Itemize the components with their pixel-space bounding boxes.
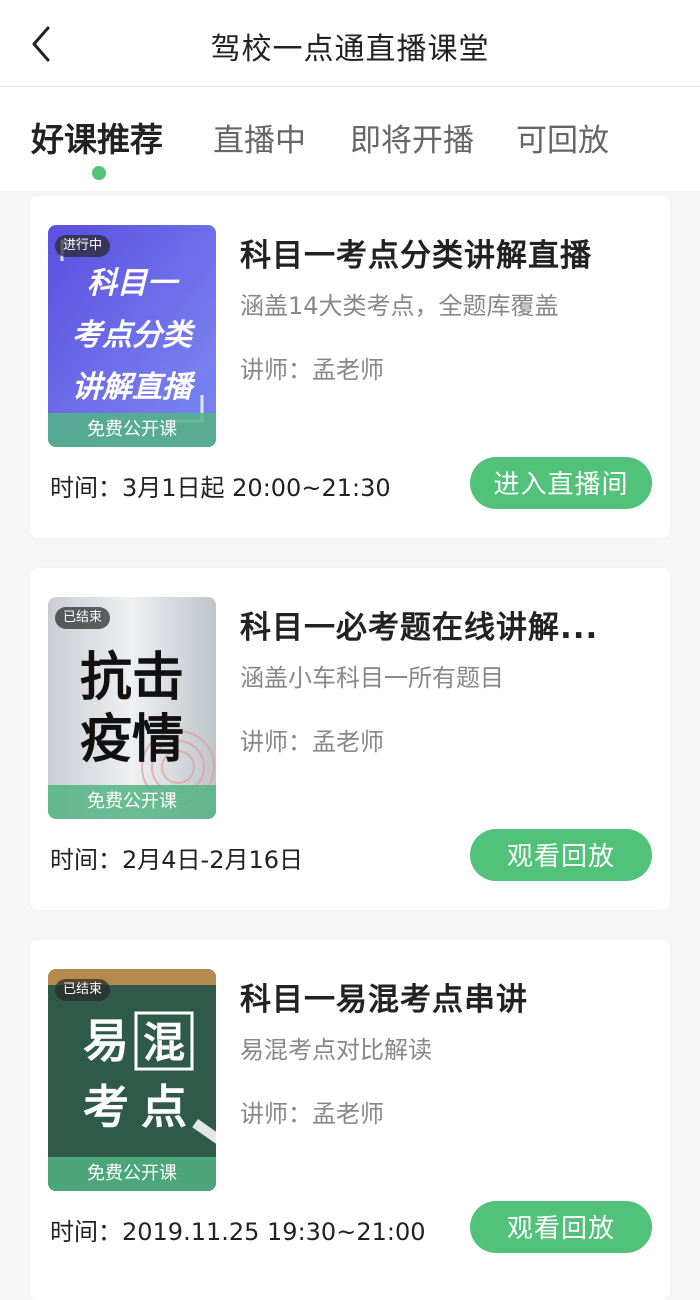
enter-live-room-button[interactable]: 进入直播间: [470, 457, 652, 509]
tab-bar: 好课推荐 直播中 即将开播 可回放: [0, 87, 700, 191]
status-badge: 已结束: [55, 979, 111, 1001]
thumb-text: 抗击: [80, 647, 184, 708]
tab-replay[interactable]: 可回放: [516, 115, 609, 160]
tab-live[interactable]: 直播中: [213, 115, 306, 160]
course-subtitle: 易混考点对比解读: [240, 1036, 432, 1064]
thumb-text: 点: [141, 1080, 187, 1134]
course-teacher: 讲师：孟老师: [240, 1100, 384, 1128]
navbar: 驾校一点通直播课堂: [0, 0, 700, 87]
thumb-text: 疫情: [80, 709, 184, 770]
thumb-text: 科目一: [87, 266, 180, 301]
thumb-text: 考点分类: [72, 318, 196, 353]
course-teacher: 讲师：孟老师: [240, 356, 384, 384]
course-card[interactable]: 易 混 考 点 已结束 免费公开课 科目一易混考点串讲 易混考点对比解读 讲师：…: [30, 940, 670, 1300]
course-subtitle: 涵盖小车科目一所有题目: [240, 664, 504, 692]
thumb-text: 混: [143, 1018, 185, 1067]
course-time: 时间：3月1日起 20:00~21:30: [50, 474, 391, 502]
thumb-text: 讲解直播: [72, 370, 196, 405]
course-title: 科目一必考题在线讲解...: [240, 610, 599, 646]
free-course-tag: 免费公开课: [48, 413, 216, 447]
course-time: 时间：2019.11.25 19:30~21:00: [50, 1218, 426, 1246]
course-thumbnail: 易 混 考 点 已结束 免费公开课: [48, 969, 216, 1191]
course-subtitle: 涵盖14大类考点，全题库覆盖: [240, 292, 559, 320]
course-time: 时间：2月4日-2月16日: [50, 846, 304, 874]
free-course-tag: 免费公开课: [48, 1157, 216, 1191]
course-title: 科目一考点分类讲解直播: [240, 238, 592, 274]
course-title: 科目一易混考点串讲: [240, 982, 528, 1018]
tab-recommended[interactable]: 好课推荐: [31, 113, 163, 161]
free-course-tag: 免费公开课: [48, 785, 216, 819]
course-card[interactable]: 抗击 疫情 已结束 免费公开课 科目一必考题在线讲解... 涵盖小车科目一所有题…: [30, 568, 670, 910]
course-teacher: 讲师：孟老师: [240, 728, 384, 756]
status-badge: 已结束: [55, 607, 111, 629]
thumb-text: 考: [83, 1080, 129, 1134]
course-card[interactable]: 科目一 考点分类 讲解直播 进行中 免费公开课 科目一考点分类讲解直播 涵盖14…: [30, 196, 670, 538]
tab-upcoming[interactable]: 即将开播: [350, 115, 474, 160]
course-thumbnail: 抗击 疫情 已结束 免费公开课: [48, 597, 216, 819]
active-tab-indicator: [92, 166, 106, 180]
watch-replay-button[interactable]: 观看回放: [470, 829, 652, 881]
course-thumbnail: 科目一 考点分类 讲解直播 进行中 免费公开课: [48, 225, 216, 447]
page-title: 驾校一点通直播课堂: [210, 32, 490, 67]
status-badge: 进行中: [55, 235, 111, 257]
thumb-text: 易: [83, 1014, 129, 1068]
watch-replay-button[interactable]: 观看回放: [470, 1201, 652, 1253]
